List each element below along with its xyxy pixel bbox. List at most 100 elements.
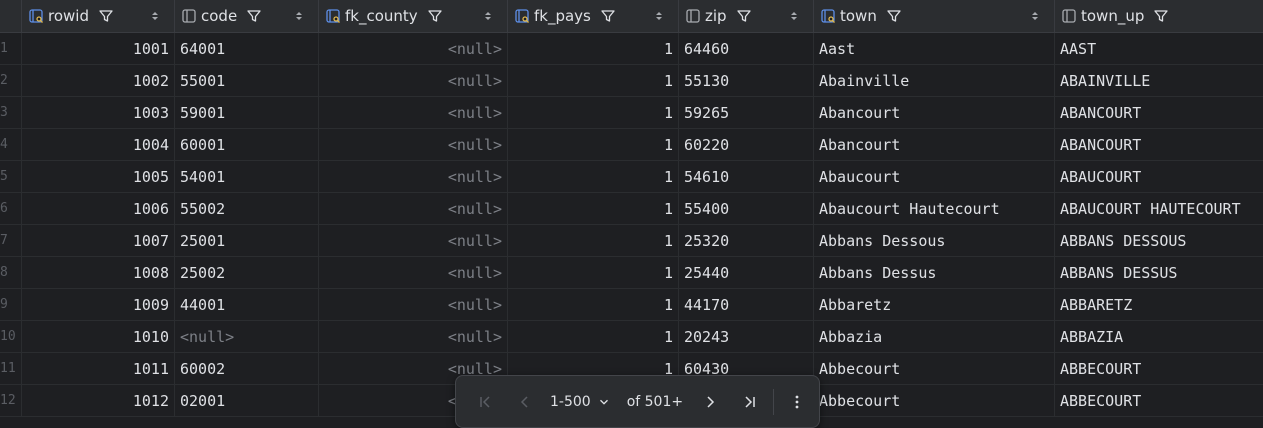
cell-town-up[interactable]: ABAINVILLE [1055, 65, 1263, 96]
cell-fk-pays[interactable]: 1 [508, 289, 679, 320]
first-page-button[interactable] [472, 389, 498, 415]
cell-fk-county[interactable]: <null> [319, 33, 508, 64]
cell-rowid[interactable]: 1001 [22, 33, 175, 64]
cell-rowid[interactable]: 1007 [22, 225, 175, 256]
table-row[interactable]: 6 1006 55002 <null> 1 55400 Abaucourt Hautecou… [0, 193, 1263, 225]
cell-zip[interactable]: 60220 [679, 129, 814, 160]
previous-page-button[interactable] [512, 389, 538, 415]
table-row[interactable]: 4 1004 60001 <null> 1 60220 Abancourt ABANCOURT [0, 129, 1263, 161]
cell-rowid[interactable]: 1004 [22, 129, 175, 160]
cell-rowid[interactable]: 1003 [22, 97, 175, 128]
cell-town-up[interactable]: AAST [1055, 33, 1263, 64]
next-page-button[interactable] [697, 389, 723, 415]
cell-code[interactable]: 60002 [175, 353, 319, 384]
cell-town-up[interactable]: ABBANS DESSUS [1055, 257, 1263, 288]
cell-town[interactable]: Abbazia [814, 321, 1055, 352]
cell-fk-pays[interactable]: 1 [508, 65, 679, 96]
filter-icon[interactable] [427, 8, 443, 24]
filter-icon[interactable] [246, 8, 262, 24]
cell-code[interactable]: 25001 [175, 225, 319, 256]
table-row[interactable]: 5 1005 54001 <null> 1 54610 Abaucourt ABAUCOURT [0, 161, 1263, 193]
cell-town[interactable]: Abbans Dessous [814, 225, 1055, 256]
table-row[interactable]: 8 1008 25002 <null> 1 25440 Abbans Dessus ABBAN… [0, 257, 1263, 289]
cell-town[interactable]: Abancourt [814, 97, 1055, 128]
total-rows-label[interactable]: of 501+ [627, 394, 683, 410]
last-page-button[interactable] [737, 389, 763, 415]
cell-town-up[interactable]: ABANCOURT [1055, 97, 1263, 128]
column-header-fk-pays[interactable]: fk_pays [508, 0, 679, 32]
cell-town-up[interactable]: ABBECOURT [1055, 353, 1263, 384]
cell-zip[interactable]: 59265 [679, 97, 814, 128]
cell-town[interactable]: Abancourt [814, 129, 1055, 160]
cell-rowid[interactable]: 1011 [22, 353, 175, 384]
cell-town-up[interactable]: ABAUCOURT HAUTECOURT [1055, 193, 1263, 224]
cell-town-up[interactable]: ABAUCOURT [1055, 161, 1263, 192]
cell-fk-county[interactable]: <null> [319, 193, 508, 224]
cell-fk-pays[interactable]: 1 [508, 33, 679, 64]
cell-town[interactable]: Abaucourt Hautecourt [814, 193, 1055, 224]
cell-code[interactable]: 25002 [175, 257, 319, 288]
more-options-button[interactable] [784, 389, 810, 415]
filter-icon[interactable] [886, 8, 902, 24]
cell-fk-county[interactable]: <null> [319, 321, 508, 352]
column-header-code[interactable]: code [175, 0, 319, 32]
cell-fk-pays[interactable]: 1 [508, 193, 679, 224]
cell-rowid[interactable]: 1008 [22, 257, 175, 288]
cell-zip[interactable]: 55400 [679, 193, 814, 224]
filter-icon[interactable] [1153, 8, 1169, 24]
cell-zip[interactable]: 55130 [679, 65, 814, 96]
cell-fk-pays[interactable]: 1 [508, 129, 679, 160]
cell-zip[interactable]: 44170 [679, 289, 814, 320]
table-row[interactable]: 2 1002 55001 <null> 1 55130 Abainville ABAINVIL… [0, 65, 1263, 97]
cell-town[interactable]: Abaucourt [814, 161, 1055, 192]
cell-town[interactable]: Abbecourt [814, 385, 1055, 416]
cell-fk-pays[interactable]: 1 [508, 257, 679, 288]
filter-icon[interactable] [736, 8, 752, 24]
cell-fk-pays[interactable]: 1 [508, 97, 679, 128]
column-header-town[interactable]: town [814, 0, 1055, 32]
cell-fk-county[interactable]: <null> [319, 65, 508, 96]
table-row[interactable]: 7 1007 25001 <null> 1 25320 Abbans Dessous ABBA… [0, 225, 1263, 257]
sort-icon[interactable] [150, 10, 160, 22]
cell-town[interactable]: Aast [814, 33, 1055, 64]
cell-town[interactable]: Abainville [814, 65, 1055, 96]
sort-icon[interactable] [483, 10, 493, 22]
cell-code[interactable]: 55001 [175, 65, 319, 96]
cell-fk-county[interactable]: <null> [319, 257, 508, 288]
cell-fk-county[interactable]: <null> [319, 289, 508, 320]
cell-fk-pays[interactable]: 1 [508, 321, 679, 352]
cell-rowid[interactable]: 1005 [22, 161, 175, 192]
cell-zip[interactable]: 20243 [679, 321, 814, 352]
cell-rowid[interactable]: 1002 [22, 65, 175, 96]
cell-fk-county[interactable]: <null> [319, 129, 508, 160]
cell-fk-county[interactable]: <null> [319, 225, 508, 256]
table-row[interactable]: 9 1009 44001 <null> 1 44170 Abbaretz ABBARETZ [0, 289, 1263, 321]
cell-town[interactable]: Abbecourt [814, 353, 1055, 384]
cell-fk-pays[interactable]: 1 [508, 225, 679, 256]
cell-rowid[interactable]: 1006 [22, 193, 175, 224]
cell-town-up[interactable]: ABBECOURT [1055, 385, 1263, 416]
cell-code[interactable]: <null> [175, 321, 319, 352]
cell-town-up[interactable]: ABANCOURT [1055, 129, 1263, 160]
cell-code[interactable]: 55002 [175, 193, 319, 224]
table-row[interactable]: 3 1003 59001 <null> 1 59265 Abancourt ABANCOURT [0, 97, 1263, 129]
cell-code[interactable]: 02001 [175, 385, 319, 416]
cell-rowid[interactable]: 1012 [22, 385, 175, 416]
cell-zip[interactable]: 54610 [679, 161, 814, 192]
sort-icon[interactable] [294, 10, 304, 22]
filter-icon[interactable] [600, 8, 616, 24]
cell-code[interactable]: 54001 [175, 161, 319, 192]
cell-rowid[interactable]: 1009 [22, 289, 175, 320]
cell-code[interactable]: 44001 [175, 289, 319, 320]
cell-town-up[interactable]: ABBANS DESSOUS [1055, 225, 1263, 256]
column-header-zip[interactable]: zip [679, 0, 814, 32]
cell-town[interactable]: Abbaretz [814, 289, 1055, 320]
sort-icon[interactable] [1030, 10, 1040, 22]
cell-zip[interactable]: 25440 [679, 257, 814, 288]
sort-icon[interactable] [654, 10, 664, 22]
cell-town-up[interactable]: ABBAZIA [1055, 321, 1263, 352]
cell-zip[interactable]: 64460 [679, 33, 814, 64]
cell-code[interactable]: 59001 [175, 97, 319, 128]
page-range-selector[interactable]: 1-500 [550, 394, 611, 410]
filter-icon[interactable] [98, 8, 114, 24]
